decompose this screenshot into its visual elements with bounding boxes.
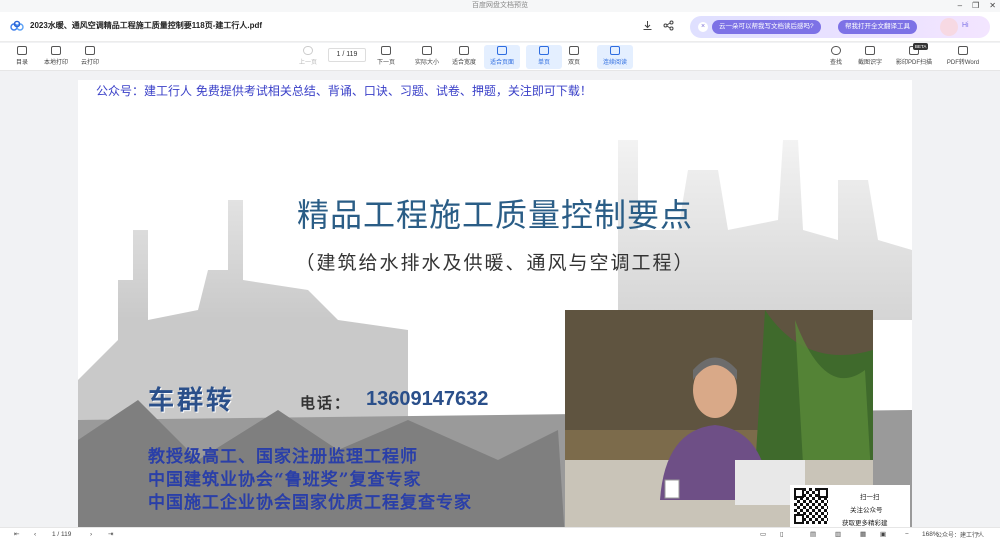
- view-mode-icon[interactable]: ▭: [760, 530, 766, 540]
- printer-icon: [51, 46, 61, 55]
- qr-line-follow: 关注公众号: [850, 507, 883, 514]
- double-page-icon: [569, 46, 579, 55]
- pdf-page: 公众号：建工行人 免费提供考试相关总结、背诵、口诀、习题、试卷、押题，关注即可下…: [78, 80, 912, 527]
- window-controls: – ❐ ✕: [958, 0, 996, 12]
- qr-line-more: 获取更多精彩建: [842, 520, 888, 527]
- catalog-button[interactable]: 目录: [4, 45, 40, 69]
- ai-close-button[interactable]: ×: [698, 22, 708, 32]
- page-subtitle: （建筑给水排水及供暖、通风与空调工程）: [295, 252, 695, 274]
- continuous-read-icon: [610, 46, 620, 55]
- fit-width-icon: [459, 46, 469, 55]
- window-titlebar: 百度网盘文档预览 – ❐ ✕: [0, 0, 1000, 12]
- fit-page-icon: [497, 46, 507, 55]
- next-page-icon: [381, 46, 391, 55]
- search-icon: [831, 46, 841, 55]
- crop-icon: [865, 46, 875, 55]
- download-icon[interactable]: [642, 20, 653, 31]
- fit-page-button[interactable]: 适合页面: [484, 45, 520, 69]
- phone-label: 电话：: [300, 395, 352, 412]
- ai-avatar[interactable]: [940, 18, 958, 36]
- page-main-title: 精品工程施工质量控制要点: [296, 197, 693, 233]
- zoom-out-icon[interactable]: −: [905, 530, 909, 540]
- beta-badge: BETA: [913, 43, 929, 50]
- catalog-icon: [17, 46, 27, 55]
- app-title: 百度网盘文档预览: [472, 2, 528, 9]
- next-page-button[interactable]: 下一页: [368, 45, 404, 69]
- view-mode-icon[interactable]: ▦: [860, 530, 866, 540]
- next-arrow-icon[interactable]: ›: [90, 530, 92, 540]
- fit-width-button[interactable]: 适合宽度: [446, 45, 482, 69]
- viewer-toolbar: 目录 本地打印 云打印 上一页 下一页 实际大小 适合宽度 适合页面 单页 双页…: [0, 43, 1000, 71]
- prev-page-button[interactable]: 上一页: [290, 45, 326, 69]
- qr-finder: [794, 514, 804, 524]
- qr-finder: [818, 488, 828, 498]
- share-icon[interactable]: [663, 20, 674, 31]
- convert-icon: [958, 46, 968, 55]
- view-mode-icon[interactable]: ▣: [880, 530, 886, 540]
- actual-size-icon: [422, 46, 432, 55]
- ai-translate-chip[interactable]: 帮我打开全文翻译工具: [838, 20, 917, 34]
- search-button[interactable]: 查找: [818, 45, 854, 69]
- maximize-button[interactable]: ❐: [972, 0, 979, 12]
- page-number-input[interactable]: 1 / 119: [328, 48, 366, 62]
- ai-suggestion-chip[interactable]: 云一朵可以帮我写文档读后感吗?: [712, 20, 821, 34]
- view-mode-icon[interactable]: ▤: [810, 530, 816, 540]
- ocr-button[interactable]: 截图识字: [852, 45, 888, 69]
- last-page-icon[interactable]: ⇥: [108, 530, 113, 540]
- double-page-button[interactable]: 双页: [556, 45, 592, 69]
- first-page-icon[interactable]: ⇤: [14, 530, 19, 540]
- page-indicator: 1 / 119: [52, 531, 72, 538]
- local-print-button[interactable]: 本地打印: [38, 45, 74, 69]
- cloud-print-button[interactable]: 云打印: [72, 45, 108, 69]
- credential-line: 中国施工企业协会国家优质工程复查专家: [148, 493, 472, 513]
- qr-code-card: 扫一扫 关注公众号 获取更多精彩建: [790, 485, 910, 527]
- phone-number: 13609147632: [366, 388, 489, 410]
- prev-page-icon: [303, 46, 313, 55]
- qr-finder: [794, 488, 804, 498]
- cloud-printer-icon: [85, 46, 95, 55]
- view-mode-icon[interactable]: ▥: [835, 530, 841, 540]
- prev-arrow-icon[interactable]: ‹: [34, 530, 36, 540]
- single-page-icon: [539, 46, 549, 55]
- status-bar: ⇤ ‹ 1 / 119 › ⇥ ▭ ▯ ▤ ▥ ▦ ▣ − 168% +: [0, 527, 1000, 541]
- ai-greeting[interactable]: Hi: [962, 22, 969, 29]
- view-mode-icon[interactable]: ▯: [780, 530, 784, 540]
- qr-line-scan: 扫一扫: [860, 494, 880, 501]
- speaker-name: 车群转: [148, 385, 236, 415]
- credential-line: 教授级高工、国家注册监理工程师: [148, 447, 418, 467]
- continuous-read-button[interactable]: 连续阅读: [597, 45, 633, 69]
- document-title: 2023水暖、通风空调精品工程施工质量控制要118页-建工行人.pdf: [30, 21, 263, 30]
- promo-banner: 公众号：建工行人 免费提供考试相关总结、背诵、口诀、习题、试卷、押题，关注即可下…: [96, 84, 592, 98]
- minimize-button[interactable]: –: [958, 0, 962, 12]
- baidu-cloud-icon: [10, 20, 24, 31]
- actual-size-button[interactable]: 实际大小: [409, 45, 445, 69]
- credential-line: 中国建筑业协会“鲁班奖”复查专家: [148, 470, 422, 490]
- pdf-to-word-button[interactable]: PDF转Word: [940, 45, 986, 69]
- ai-assistant-panel: × 云一朵可以帮我写文档读后感吗? 帮我打开全文翻译工具 Hi: [690, 16, 990, 38]
- corner-watermark: 公众号：建工行人: [936, 533, 985, 539]
- document-viewport[interactable]: 公众号：建工行人 免费提供考试相关总结、背诵、口诀、习题、试卷、押题，关注即可下…: [0, 72, 1000, 527]
- close-window-button[interactable]: ✕: [989, 0, 996, 12]
